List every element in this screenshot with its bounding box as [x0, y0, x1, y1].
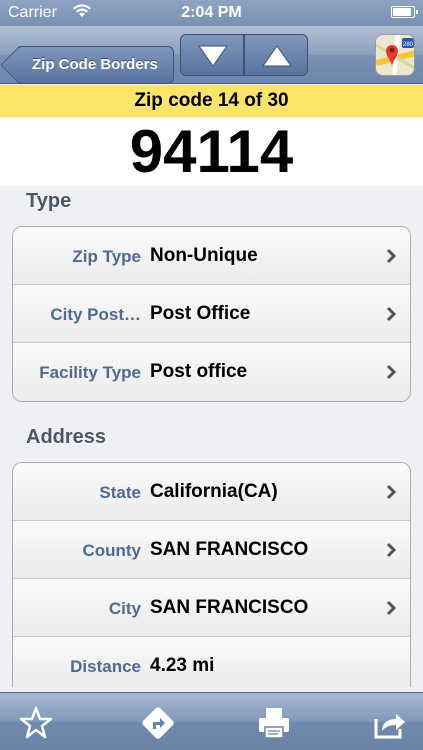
back-button[interactable]: Zip Code Borders	[16, 46, 174, 84]
row-value: Non-Unique	[150, 245, 258, 266]
maps-app-icon[interactable]: 280	[375, 34, 415, 76]
back-button-label: Zip Code Borders	[32, 56, 158, 73]
row-label: Distance	[70, 657, 141, 676]
row-value: Post Office	[150, 303, 251, 324]
zip-position-header: Zip code 14 of 30	[0, 85, 423, 117]
row-distance: Distance 4.23 mi	[13, 637, 410, 687]
row-facility-type[interactable]: Facility Type Post office	[13, 343, 410, 401]
row-label: County	[82, 541, 141, 560]
previous-zip-button[interactable]	[244, 34, 308, 76]
print-icon[interactable]	[256, 705, 292, 741]
share-icon[interactable]	[372, 705, 408, 741]
row-zip-type[interactable]: Zip Type Non-Unique	[13, 227, 410, 285]
row-label: Facility Type	[39, 363, 141, 382]
chevron-right-icon	[386, 364, 396, 380]
row-label: Zip Type	[72, 247, 141, 266]
next-zip-button[interactable]	[180, 34, 244, 76]
row-label: City	[108, 599, 141, 618]
navigation-bar: Zip Code Borders 280	[0, 26, 423, 84]
star-icon[interactable]	[18, 705, 54, 741]
row-city[interactable]: City SAN FRANCISCO	[13, 579, 410, 637]
map-badge-label: 280	[403, 42, 414, 48]
chevron-right-icon	[386, 542, 396, 558]
section-title-address: Address	[26, 426, 107, 448]
row-value: SAN FRANCISCO	[150, 539, 309, 560]
chevron-right-icon	[386, 484, 396, 500]
row-value: California(CA)	[150, 481, 278, 502]
section-title-type: Type	[26, 190, 72, 212]
chevron-right-icon	[386, 248, 396, 264]
row-county[interactable]: County SAN FRANCISCO	[13, 521, 410, 579]
row-value: 4.23 mi	[150, 655, 215, 676]
row-label: City Post…	[50, 305, 141, 324]
triangle-down-icon	[198, 45, 228, 67]
directions-icon[interactable]	[140, 705, 176, 741]
row-state[interactable]: State California(CA)	[13, 463, 410, 521]
chevron-right-icon	[386, 306, 396, 322]
address-group: State California(CA) County SAN FRANCISC…	[12, 462, 411, 687]
status-bar: Carrier 2:04 PM	[0, 0, 423, 26]
bottom-toolbar	[0, 692, 423, 750]
triangle-up-icon	[262, 45, 292, 67]
clock: 2:04 PM	[181, 4, 242, 21]
row-value: Post office	[150, 361, 248, 382]
row-label: State	[99, 483, 141, 502]
row-city-post[interactable]: City Post… Post Office	[13, 285, 410, 343]
chevron-right-icon	[386, 600, 396, 616]
battery-icon	[391, 6, 418, 18]
type-group: Zip Type Non-Unique City Post… Post Offi…	[12, 226, 411, 402]
row-value: SAN FRANCISCO	[150, 597, 309, 618]
zip-code-title: 94114	[0, 118, 423, 186]
